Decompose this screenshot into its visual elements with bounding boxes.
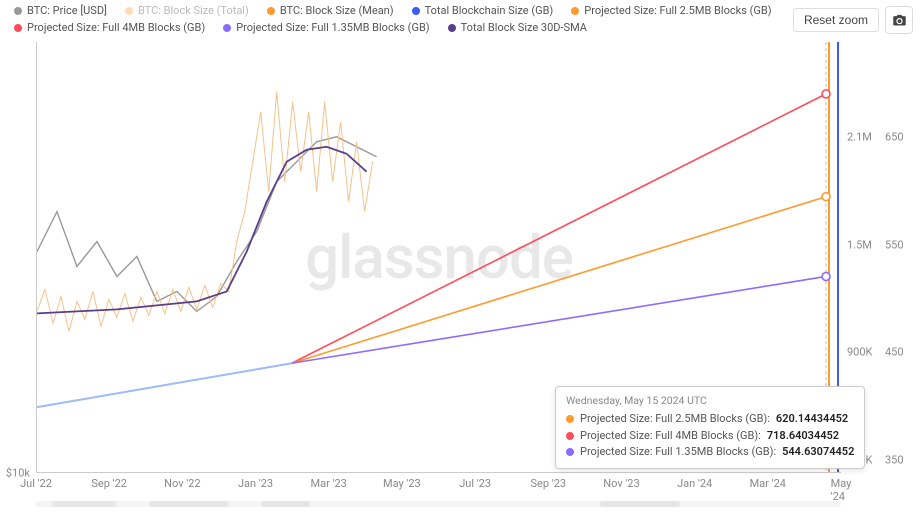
legend-label: BTC: Block Size (Total): [138, 4, 249, 17]
x-tick: Nov '22: [164, 477, 200, 490]
legend-label: Projected Size: Full 1.35MB Blocks (GB): [236, 21, 429, 34]
x-tick: Mar '23: [311, 477, 347, 490]
legend-swatch: [571, 7, 579, 15]
x-tick: Jan '24: [677, 477, 712, 490]
legend-swatch: [125, 7, 133, 15]
legend-swatch: [223, 24, 231, 32]
y-tick: 550: [885, 238, 904, 251]
legend-label: BTC: Price [USD]: [27, 4, 107, 17]
legend-label: Projected Size: Full 4MB Blocks (GB): [27, 21, 205, 34]
y-tick: 1.5M: [847, 238, 872, 251]
y-axis-right-outer: 650 550 450 350: [883, 42, 917, 473]
y-tick: 900K: [847, 346, 872, 359]
x-tick: Sep '22: [91, 477, 127, 490]
legend-item[interactable]: BTC: Price [USD]: [14, 4, 107, 17]
tooltip-swatch: [566, 432, 574, 440]
y-tick: 350: [885, 454, 904, 467]
y-tick: 450: [885, 346, 904, 359]
legend-item[interactable]: Projected Size: Full 4MB Blocks (GB): [14, 21, 205, 34]
legend-swatch: [448, 24, 456, 32]
legend-item[interactable]: Projected Size: Full 1.35MB Blocks (GB): [223, 21, 429, 34]
legend-label: Total Block Size 30D-SMA: [461, 21, 587, 34]
tooltip-row: Projected Size: Full 2.5MB Blocks (GB): …: [566, 411, 854, 428]
tooltip-swatch: [566, 415, 574, 423]
tooltip-label: Projected Size: Full 4MB Blocks (GB):: [580, 428, 761, 445]
reset-zoom-button[interactable]: Reset zoom: [793, 8, 879, 32]
range-scrollbar[interactable]: [36, 501, 841, 507]
x-tick: Sep '23: [531, 477, 567, 490]
x-axis: Jul '22Sep '22Nov '22Jan '23Mar '23May '…: [36, 477, 841, 497]
y-tick: 650: [885, 130, 904, 143]
tooltip-value: 544.63074452: [782, 444, 854, 461]
legend-label: BTC: Block Size (Mean): [280, 4, 394, 17]
tooltip-value: 620.14434452: [776, 411, 848, 428]
x-tick: Nov '23: [603, 477, 639, 490]
tooltip-row: Projected Size: Full 4MB Blocks (GB): 71…: [566, 428, 854, 445]
tooltip-title: Wednesday, May 15 2024 UTC: [566, 394, 854, 407]
legend-item[interactable]: BTC: Block Size (Mean): [267, 4, 394, 17]
tooltip-value: 718.64034452: [767, 428, 839, 445]
legend-swatch: [14, 24, 22, 32]
legend-item[interactable]: Total Block Size 30D-SMA: [448, 21, 587, 34]
tooltip-label: Projected Size: Full 2.5MB Blocks (GB):: [580, 411, 770, 428]
x-tick: May '23: [383, 477, 421, 490]
x-tick: Mar '24: [750, 477, 786, 490]
y-tick: 2.1M: [847, 130, 872, 143]
legend-label: Total Blockchain Size (GB): [425, 4, 554, 17]
camera-icon[interactable]: [885, 6, 913, 34]
legend-label: Projected Size: Full 2.5MB Blocks (GB): [584, 4, 771, 17]
legend-swatch: [267, 7, 275, 15]
tooltip-label: Projected Size: Full 1.35MB Blocks (GB):: [580, 444, 776, 461]
y-axis-left: $10k: [0, 42, 32, 473]
chart-legend: BTC: Price [USD] BTC: Block Size (Total) B…: [14, 4, 791, 34]
tooltip-swatch: [566, 448, 574, 456]
legend-swatch: [14, 7, 22, 15]
x-tick: Jul '22: [20, 477, 52, 490]
legend-swatch: [412, 7, 420, 15]
legend-item[interactable]: Total Blockchain Size (GB): [412, 4, 554, 17]
legend-item[interactable]: BTC: Block Size (Total): [125, 4, 249, 17]
x-tick: Jul '23: [459, 477, 491, 490]
legend-item[interactable]: Projected Size: Full 2.5MB Blocks (GB): [571, 4, 771, 17]
chart-tooltip: Wednesday, May 15 2024 UTC Projected Siz…: [555, 386, 865, 469]
tooltip-row: Projected Size: Full 1.35MB Blocks (GB):…: [566, 444, 854, 461]
x-tick: May '24: [831, 477, 852, 503]
x-tick: Jan '23: [238, 477, 273, 490]
